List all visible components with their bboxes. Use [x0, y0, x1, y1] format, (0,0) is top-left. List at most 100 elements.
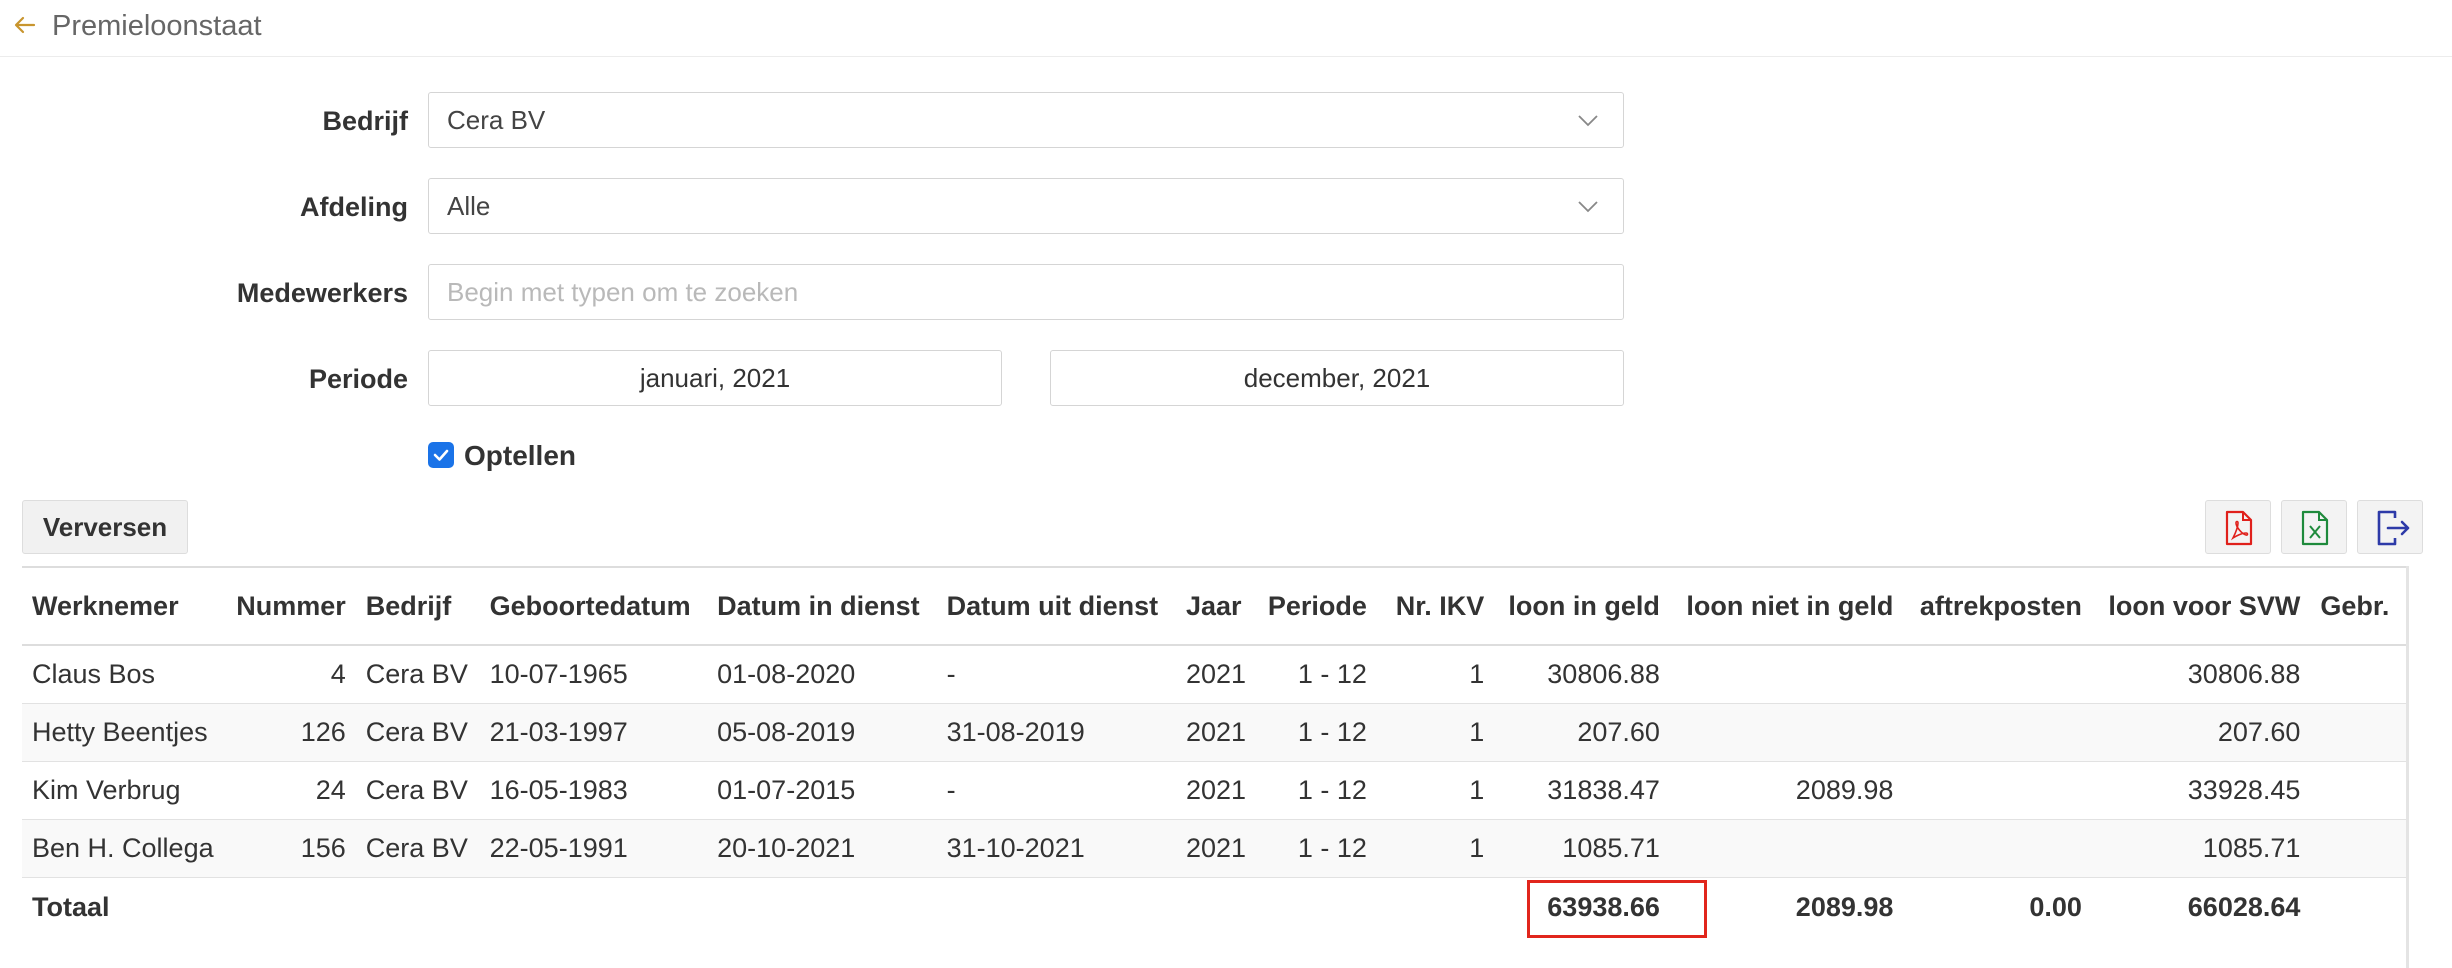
cell-werknemer: Hetty Beentjes [22, 703, 224, 762]
cell-geboortedatum: 21-03-1997 [479, 703, 708, 762]
cell-werknemer: Kim Verbrug [22, 761, 224, 820]
cell-gebr [2310, 703, 2406, 762]
col-header-loon-voor-svw[interactable]: loon voor SVW [2091, 566, 2311, 646]
col-header-periode[interactable]: Periode [1257, 566, 1377, 646]
table-row: Ben H. Collega 156 Cera BV 22-05-1991 20… [22, 819, 2406, 878]
cell-loon-in-geld: 30806.88 [1494, 645, 1670, 704]
data-table: Werknemer Nummer Bedrijf Geboortedatum D… [22, 566, 2406, 936]
table-row: Claus Bos 4 Cera BV 10-07-1965 01-08-202… [22, 645, 2406, 704]
cell-loon-voor-svw: 33928.45 [2091, 761, 2311, 820]
cell-jaar: 2021 [1176, 761, 1258, 820]
col-header-werknemer[interactable]: Werknemer [22, 566, 224, 646]
col-header-jaar[interactable]: Jaar [1176, 566, 1258, 646]
table-row: Hetty Beentjes 126 Cera BV 21-03-1997 05… [22, 703, 2406, 762]
cell-periode: 1 - 12 [1257, 819, 1377, 878]
cell-periode: 1 - 12 [1257, 761, 1377, 820]
cell-datum-in-dienst: 01-08-2020 [707, 645, 937, 704]
cell-datum-uit-dienst: 31-08-2019 [936, 703, 1176, 762]
export-button[interactable] [2357, 500, 2423, 554]
cell-geboortedatum: 22-05-1991 [479, 819, 708, 878]
col-header-nr-ikv[interactable]: Nr. IKV [1376, 566, 1495, 646]
cell-datum-in-dienst: 05-08-2019 [707, 703, 937, 762]
bedrijf-select-value: Cera BV [447, 105, 546, 135]
bedrijf-label: Bedrijf [322, 106, 408, 136]
afdeling-select[interactable]: Alle [428, 178, 1624, 234]
cell-gebr [2310, 819, 2406, 878]
cell-aftrekposten [1903, 645, 2092, 704]
cell-loon-in-geld: 207.60 [1494, 703, 1670, 762]
cell-gebr [2310, 645, 2406, 704]
export-pdf-button[interactable] [2205, 500, 2271, 554]
premieloonstaat-table: Werknemer Nummer Bedrijf Geboortedatum D… [22, 566, 2409, 968]
cell-loon-niet-in-geld [1669, 703, 1904, 762]
col-header-loon-in-geld[interactable]: loon in geld [1494, 566, 1670, 646]
cell-loon-niet-in-geld [1669, 645, 1904, 704]
cell-loon-niet-in-geld [1669, 819, 1904, 878]
cell-nr-ikv: 1 [1376, 819, 1495, 878]
medewerkers-label: Medewerkers [236, 278, 408, 308]
cell-datum-uit-dienst: - [936, 645, 1176, 704]
medewerkers-search-input[interactable] [428, 264, 1624, 320]
col-header-gebr[interactable]: Gebr. [2310, 566, 2406, 646]
cell-werknemer: Claus Bos [22, 645, 224, 704]
totals-label: Totaal [32, 891, 110, 922]
cell-nr-ikv: 1 [1376, 761, 1495, 820]
periode-label: Periode [308, 364, 408, 394]
cell-datum-in-dienst: 20-10-2021 [707, 819, 937, 878]
cell-nummer: 24 [223, 761, 356, 820]
total-aftrekposten: 0.00 [2029, 891, 2082, 922]
total-loon-voor-svw: 66028.64 [2187, 891, 2301, 922]
optellen-label[interactable]: Optellen [464, 440, 576, 472]
cell-gebr [2310, 761, 2406, 820]
col-header-aftrekposten[interactable]: aftrekposten [1903, 566, 2092, 646]
afdeling-select-value: Alle [447, 191, 491, 221]
table-row: Kim Verbrug 24 Cera BV 16-05-1983 01-07-… [22, 761, 2406, 820]
col-header-nummer[interactable]: Nummer [223, 566, 356, 646]
cell-bedrijf: Cera BV [355, 761, 480, 820]
cell-aftrekposten [1903, 761, 2092, 820]
col-header-geboortedatum[interactable]: Geboortedatum [479, 566, 708, 646]
cell-jaar: 2021 [1176, 645, 1258, 704]
cell-loon-niet-in-geld: 2089.98 [1669, 761, 1904, 820]
cell-nr-ikv: 1 [1376, 703, 1495, 762]
cell-loon-in-geld: 31838.47 [1494, 761, 1670, 820]
cell-periode: 1 - 12 [1257, 645, 1377, 704]
cell-werknemer: Ben H. Collega [22, 819, 224, 878]
totals-row: Totaal 63938.66 2089.98 0.00 66028.64 [22, 878, 2406, 937]
cell-aftrekposten [1903, 703, 2092, 762]
cell-datum-in-dienst: 01-07-2015 [707, 761, 937, 820]
col-header-datum-uit-dienst[interactable]: Datum uit dienst [936, 566, 1176, 646]
cell-geboortedatum: 10-07-1965 [479, 645, 708, 704]
cell-loon-voor-svw: 1085.71 [2091, 819, 2311, 878]
bedrijf-select[interactable]: Cera BV [428, 92, 1624, 148]
page-title: Premieloonstaat [52, 10, 262, 42]
cell-bedrijf: Cera BV [355, 645, 480, 704]
col-header-bedrijf[interactable]: Bedrijf [355, 566, 480, 646]
table-header-row: Werknemer Nummer Bedrijf Geboortedatum D… [22, 566, 2406, 646]
cell-datum-uit-dienst: - [936, 761, 1176, 820]
cell-jaar: 2021 [1176, 819, 1258, 878]
chevron-down-icon [1575, 193, 1601, 219]
col-header-datum-in-dienst[interactable]: Datum in dienst [707, 566, 937, 646]
arrow-left-icon[interactable] [12, 12, 38, 38]
highlight-annotation [1527, 880, 1707, 938]
afdeling-label: Afdeling [300, 192, 408, 222]
cell-nummer: 156 [223, 819, 356, 878]
cell-datum-uit-dienst: 31-10-2021 [936, 819, 1176, 878]
cell-nummer: 126 [223, 703, 356, 762]
export-excel-button[interactable] [2281, 500, 2347, 554]
cell-bedrijf: Cera BV [355, 703, 480, 762]
refresh-button[interactable]: Verversen [22, 500, 188, 554]
cell-loon-in-geld: 1085.71 [1494, 819, 1670, 878]
cell-nr-ikv: 1 [1376, 645, 1495, 704]
cell-jaar: 2021 [1176, 703, 1258, 762]
cell-aftrekposten [1903, 819, 2092, 878]
periode-to-input[interactable]: december, 2021 [1050, 350, 1624, 406]
optellen-checkbox[interactable] [428, 442, 454, 468]
cell-bedrijf: Cera BV [355, 819, 480, 878]
col-header-loon-niet-in-geld[interactable]: loon niet in geld [1669, 566, 1904, 646]
periode-from-input[interactable]: januari, 2021 [428, 350, 1002, 406]
cell-periode: 1 - 12 [1257, 703, 1377, 762]
chevron-down-icon [1575, 107, 1601, 133]
cell-nummer: 4 [223, 645, 356, 704]
